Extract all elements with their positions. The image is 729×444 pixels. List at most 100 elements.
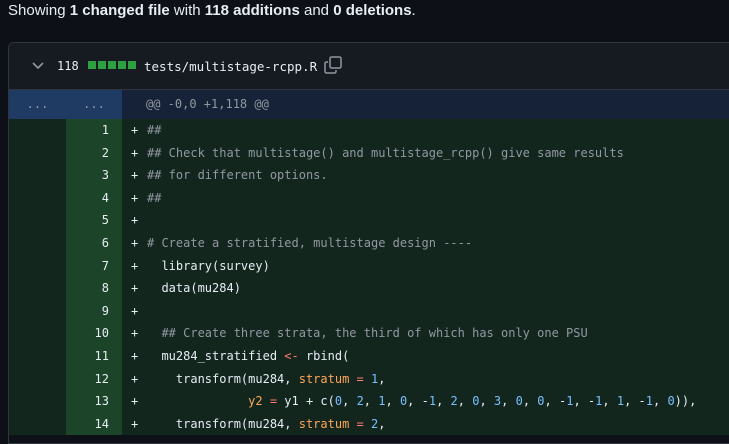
summary-mid: with xyxy=(169,2,205,19)
diff-summary: Showing 1 changed file with 118 addition… xyxy=(8,2,416,19)
new-line-number[interactable]: 11 xyxy=(66,344,122,368)
old-line-number[interactable] xyxy=(9,390,66,413)
code-line: + transform(mu284, stratum = 2, xyxy=(122,412,729,436)
file-path-link[interactable]: tests/multistage-rcpp.R xyxy=(144,59,317,74)
code-line: + ## Create three strata, the third of w… xyxy=(122,322,729,345)
diff-line: 14 + transform(mu284, stratum = 2, xyxy=(9,412,729,436)
code-text: mu284_stratified <- rbind( xyxy=(147,348,350,363)
chevron-down-icon[interactable] xyxy=(31,60,45,72)
new-line-number[interactable]: 1 xyxy=(66,119,122,142)
addition-marker: + xyxy=(131,326,139,341)
new-line-number[interactable]: 6 xyxy=(66,231,122,255)
new-line-number[interactable]: 14 xyxy=(66,412,122,436)
old-line-number[interactable] xyxy=(9,299,66,323)
expand-up-button[interactable]: ... xyxy=(9,90,66,119)
old-line-number[interactable] xyxy=(9,344,66,368)
old-line-number[interactable] xyxy=(9,141,66,165)
summary-and: and xyxy=(299,2,334,19)
addition-marker: + xyxy=(131,258,139,273)
addition-marker: + xyxy=(131,145,139,160)
old-line-number[interactable] xyxy=(9,277,66,300)
code-text: ## for different options. xyxy=(147,168,328,183)
code-text: ## Check that multistage() and multistag… xyxy=(147,145,624,160)
copy-icon[interactable] xyxy=(323,55,343,75)
diff-line: 5 + xyxy=(9,209,729,232)
hunk-header: @@ -0,0 +1,118 @@ xyxy=(122,90,729,119)
code-text: y2 = y1 + c(0, 2, 1, 0, -1, 2, 0, 3, 0, … xyxy=(248,394,697,409)
deletions-count: 0 deletions xyxy=(333,2,412,19)
additions-count: 118 additions xyxy=(204,2,300,19)
new-line-number[interactable]: 5 xyxy=(66,209,122,232)
code-text: ## xyxy=(147,123,162,137)
old-line-number[interactable] xyxy=(9,119,66,142)
old-line-number[interactable] xyxy=(9,322,66,345)
code-line: + transform(mu284, stratum = 1, xyxy=(122,367,729,391)
diff-line: 3 + ## for different options. xyxy=(9,164,729,187)
new-line-number[interactable]: 2 xyxy=(66,141,122,165)
code-text: library(survey) xyxy=(147,258,270,273)
old-line-number[interactable] xyxy=(9,231,66,255)
summary-prefix: Showing xyxy=(8,2,70,19)
code-line: + library(survey) xyxy=(122,254,729,278)
diff-line: 10 + ## Create three strata, the third of… xyxy=(9,322,729,345)
diff-line: 8 + data(mu284) xyxy=(9,277,729,300)
addition-marker: + xyxy=(131,416,139,431)
code-text: ## xyxy=(147,190,162,205)
diff-line: 7 + library(survey) xyxy=(9,254,729,278)
diff-table: ... ... @@ -0,0 +1,118 @@ 1 + ## 2 + ## Check… xyxy=(9,90,729,436)
diffstat-block xyxy=(98,61,106,69)
old-line-number[interactable] xyxy=(9,209,66,232)
code-line: + y2 = y1 + c(0, 2, 1, 0, -1, 2, 0, 3, 0… xyxy=(122,390,729,413)
code-line: + ## Check that multistage() and multista… xyxy=(122,141,729,165)
code-line: + mu284_stratified <- rbind( xyxy=(122,344,729,368)
code-text: data(mu284) xyxy=(147,281,241,296)
new-line-number[interactable]: 9 xyxy=(66,299,122,323)
addition-marker: + xyxy=(131,281,139,296)
diff-line: 9 + xyxy=(9,299,729,323)
new-line-number[interactable]: 4 xyxy=(66,186,122,210)
addition-marker: + xyxy=(131,371,139,386)
code-line: + ## xyxy=(122,186,729,210)
file-diff: 118 tests/multistage-rcpp.R ... ... @@ -… xyxy=(8,42,729,444)
new-line-number[interactable]: 12 xyxy=(66,367,122,391)
code-text: transform(mu284, stratum = 1, xyxy=(147,371,386,386)
code-line: + xyxy=(122,299,729,323)
addition-marker: + xyxy=(131,303,139,318)
diff-line: 13 + y2 = y1 + c(0, 2, 1, 0, -1, 2, 0, 3,… xyxy=(9,390,729,413)
code-line: + xyxy=(122,209,729,232)
new-line-number[interactable]: 7 xyxy=(66,254,122,278)
expand-down-button[interactable]: ... xyxy=(66,90,122,119)
old-line-number[interactable] xyxy=(9,164,66,187)
addition-marker: + xyxy=(131,123,139,137)
addition-marker: + xyxy=(131,235,139,250)
addition-marker: + xyxy=(131,394,139,409)
old-line-number[interactable] xyxy=(9,254,66,278)
diff-line: 1 + ## xyxy=(9,119,729,142)
addition-marker: + xyxy=(131,168,139,183)
old-line-number[interactable] xyxy=(9,186,66,210)
new-line-number[interactable]: 3 xyxy=(66,164,122,187)
code-line: + ## xyxy=(122,119,729,142)
diffstat-bar xyxy=(88,61,136,69)
change-count: 118 xyxy=(57,59,79,73)
code-line: + # Create a stratified, multistage desig… xyxy=(122,231,729,255)
diffstat-block xyxy=(108,61,116,69)
code-line: + data(mu284) xyxy=(122,277,729,300)
file-header: 118 tests/multistage-rcpp.R xyxy=(9,43,729,90)
hunk-header-row: ... ... @@ -0,0 +1,118 @@ xyxy=(9,90,729,119)
new-line-number[interactable]: 8 xyxy=(66,277,122,300)
addition-marker: + xyxy=(131,213,139,228)
diff-line: 4 + ## xyxy=(9,186,729,210)
diffstat-block xyxy=(88,61,96,69)
old-line-number[interactable] xyxy=(9,412,66,436)
new-line-number[interactable]: 13 xyxy=(66,390,122,413)
code-text: # Create a stratified, multistage design… xyxy=(147,235,473,250)
diff-line: 11 + mu284_stratified <- rbind( xyxy=(9,344,729,368)
new-line-number[interactable]: 10 xyxy=(66,322,122,345)
diff-line: 12 + transform(mu284, stratum = 1, xyxy=(9,367,729,391)
old-line-number[interactable] xyxy=(9,367,66,391)
code-line: + ## for different options. xyxy=(122,164,729,187)
addition-marker: + xyxy=(131,348,139,363)
diff-line: 2 + ## Check that multistage() and multist… xyxy=(9,141,729,165)
diffstat-block xyxy=(118,61,126,69)
